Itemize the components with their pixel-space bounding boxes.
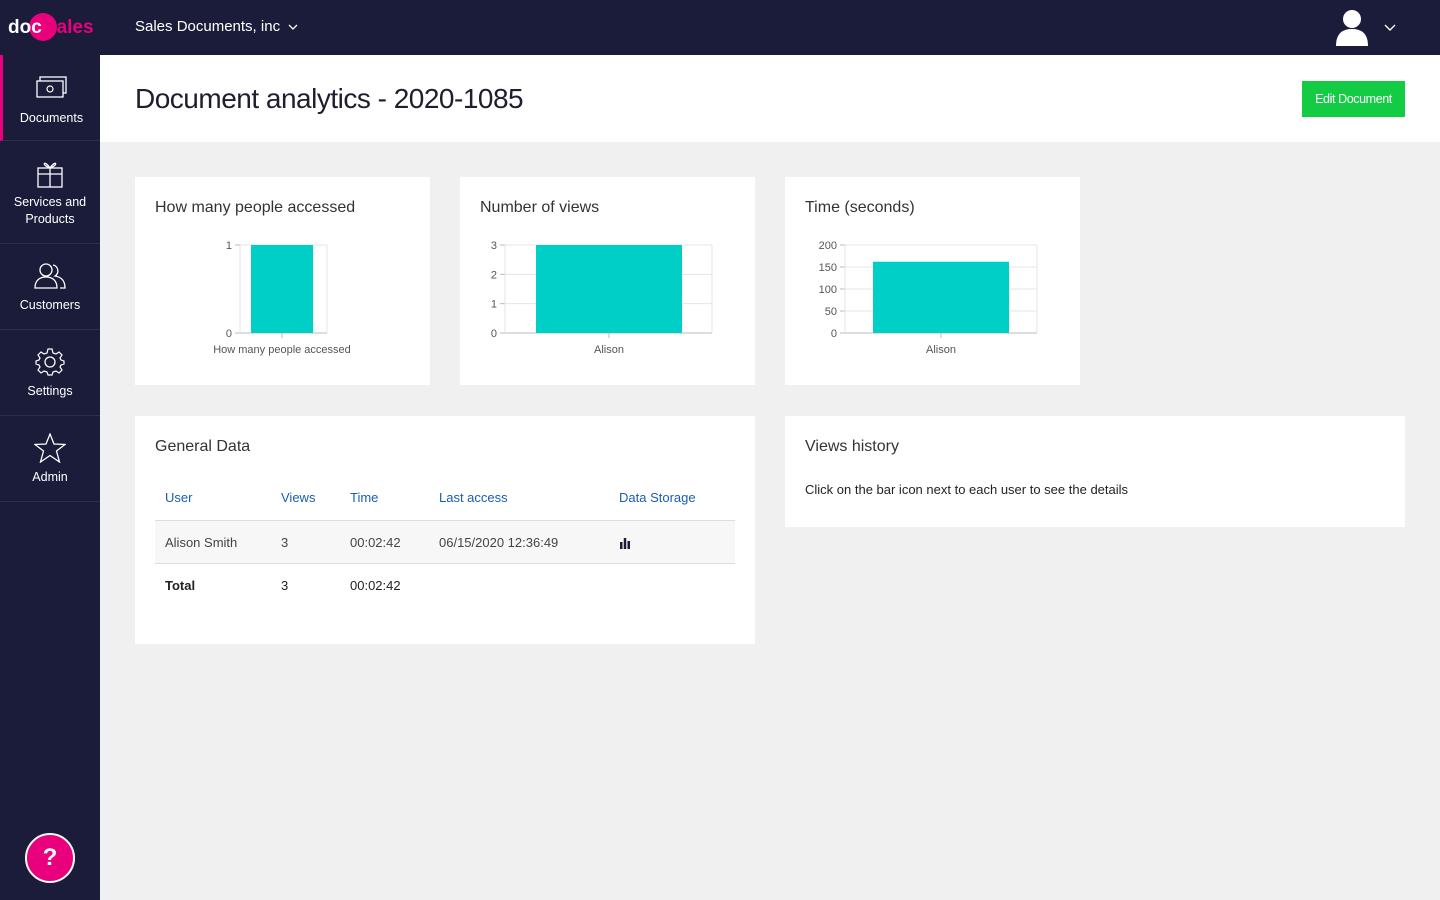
chart-bar — [251, 245, 313, 333]
cell-user: Alison Smith — [155, 520, 271, 564]
gear-icon — [35, 348, 65, 376]
total-time: 00:02:42 — [350, 577, 401, 593]
y-tick-label: 100 — [819, 284, 837, 296]
chart-card-views: Number of views 0 1 2 3 Alison — [460, 177, 755, 385]
views-history-description: Click on the bar icon next to each user … — [805, 482, 1129, 497]
y-tick-label: 0 — [491, 328, 497, 340]
column-header-views[interactable]: Views — [271, 486, 340, 521]
chart-bar — [536, 245, 682, 333]
y-tick-label: 150 — [819, 262, 837, 274]
svg-text:sales: sales — [46, 17, 94, 38]
cell-data-storage — [609, 520, 735, 564]
y-tick-label: 50 — [825, 306, 837, 318]
sidebar-item-admin[interactable]: Admin — [0, 416, 100, 502]
chart-card-time: Time (seconds) 0 50 100 150 200 Alison — [785, 177, 1080, 385]
page-header: Document analytics - 2020-1085 Edit Docu… — [100, 55, 1440, 142]
sidebar-item-documents[interactable]: Documents — [0, 55, 100, 141]
sidebar-item-label: Admin — [32, 470, 68, 484]
bar-chart-icon[interactable] — [619, 537, 631, 550]
help-button[interactable]: ? — [25, 833, 75, 883]
y-tick-label: 0 — [831, 328, 837, 340]
general-data-card: General Data User Views Time Last access… — [135, 416, 755, 644]
table-total-row: Total 3 00:02:42 — [155, 564, 735, 607]
sidebar: Documents Services and Products Customer… — [0, 55, 100, 900]
cell-last-access: 06/15/2020 12:36:49 — [429, 520, 609, 564]
edit-document-button[interactable]: Edit Document — [1302, 81, 1405, 117]
page-title: Document analytics - 2020-1085 — [135, 83, 524, 114]
column-header-user[interactable]: User — [155, 486, 271, 521]
chevron-down-icon — [1384, 24, 1396, 31]
column-header-last-access[interactable]: Last access — [429, 486, 609, 521]
y-tick-label: 1 — [491, 299, 497, 311]
y-tick-label: 2 — [491, 269, 497, 281]
sidebar-item-customers[interactable]: Customers — [0, 244, 100, 330]
star-icon — [34, 433, 66, 463]
views-history-card: Views history Click on the bar icon next… — [785, 416, 1405, 527]
sidebar-item-label: Customers — [19, 298, 81, 312]
cell-time: 00:02:42 — [340, 520, 429, 564]
sidebar-item-label: Documents — [19, 111, 84, 125]
svg-text:doc: doc — [8, 17, 42, 38]
top-bar: doc sales Sales Documents, inc — [0, 0, 1440, 55]
cell-views: 3 — [271, 520, 340, 564]
chart-people-accessed: 0 1 How many people accessed — [213, 240, 351, 356]
x-tick-label: Alison — [926, 344, 956, 356]
gift-icon — [37, 162, 63, 188]
column-header-time[interactable]: Time — [340, 486, 429, 521]
general-data-table: User Views Time Last access Data Storage… — [155, 486, 735, 606]
company-selector[interactable]: Sales Documents, inc — [135, 18, 298, 35]
x-tick-label: Alison — [594, 344, 624, 356]
total-views: 3 — [281, 577, 289, 593]
documents-icon — [35, 76, 67, 98]
y-tick-label: 1 — [226, 240, 232, 252]
chevron-down-icon — [288, 24, 298, 30]
table-row: Alison Smith 3 00:02:42 06/15/2020 12:36… — [155, 520, 735, 564]
company-name: Sales Documents, inc — [135, 18, 281, 35]
y-tick-label: 3 — [491, 240, 497, 252]
total-label: Total — [165, 577, 196, 593]
chart-card-people-accessed: How many people accessed 0 1 How many peop… — [135, 177, 430, 385]
x-tick-label: How many people accessed — [213, 344, 351, 356]
customers-icon — [34, 263, 66, 289]
chart-bar — [873, 261, 1009, 333]
column-header-data-storage[interactable]: Data Storage — [609, 486, 735, 521]
y-tick-label: 0 — [226, 328, 232, 340]
sidebar-item-label: Services and Products — [13, 195, 87, 226]
chart-views: 0 1 2 3 Alison — [491, 240, 713, 356]
general-data-title: General Data — [155, 438, 251, 455]
views-history-title: Views history — [805, 438, 899, 455]
y-tick-label: 200 — [819, 240, 837, 252]
user-icon — [1336, 10, 1368, 46]
user-menu[interactable] — [1334, 8, 1396, 46]
sidebar-item-label: Settings — [27, 384, 73, 398]
docsales-logo[interactable]: doc sales — [8, 10, 98, 44]
sidebar-item-services-products[interactable]: Services and Products — [0, 141, 100, 244]
chart-time: 0 50 100 150 200 Alison — [819, 240, 1038, 356]
sidebar-item-settings[interactable]: Settings — [0, 330, 100, 416]
